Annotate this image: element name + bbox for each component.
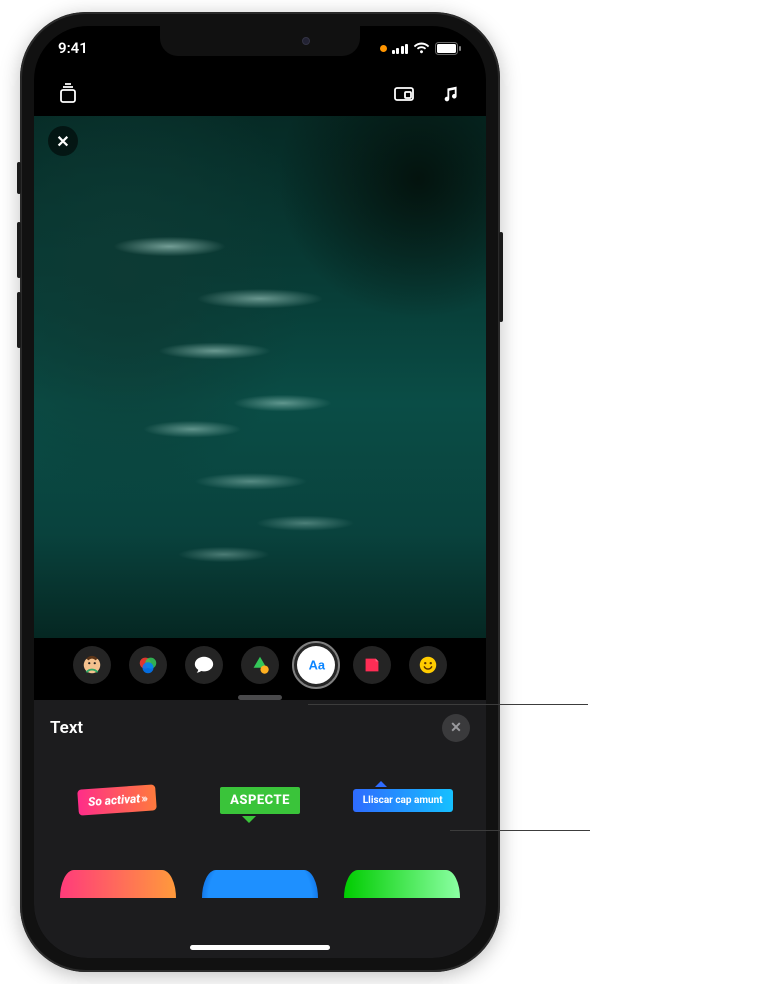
shapes-icon [249,654,271,676]
notch [160,26,360,56]
effect-emoji[interactable] [409,646,447,684]
music-icon [441,83,463,105]
volume-down-button [17,292,21,348]
close-icon: ✕ [450,720,462,736]
effect-messages[interactable] [185,646,223,684]
recording-indicator-icon [380,45,387,52]
effect-shapes[interactable] [241,646,279,684]
media-viewer[interactable]: ✕ [34,116,486,638]
sticker-icon [361,654,383,676]
text-style-row-peek [50,870,470,898]
filters-icon [137,654,159,676]
emoji-icon [417,654,439,676]
top-toolbar [34,70,486,118]
aspect-icon [392,82,416,106]
text-style-so-activat[interactable]: So activat [56,764,179,836]
wifi-icon [413,42,430,54]
iphone-frame: 9:41 ✕ [20,12,500,972]
memoji-icon [81,654,103,676]
sheet-close-button[interactable]: ✕ [442,714,470,742]
sheet-title: Text [50,718,83,738]
volume-up-button [17,222,21,278]
text-style-peek[interactable] [344,870,460,898]
close-viewer-button[interactable]: ✕ [48,126,78,156]
status-time: 9:41 [58,39,88,57]
text-style-row: So activat ASPECTE Lliscar cap amunt [50,764,470,836]
text-style-lliscar-cap-amunt[interactable]: Lliscar cap amunt [341,764,464,836]
sheet-header: Text ✕ [50,714,470,742]
music-button[interactable] [436,78,468,110]
callout-line [308,704,588,705]
messages-bubble-icon [193,654,215,676]
mute-switch [17,162,21,194]
front-camera [302,37,310,45]
svg-text:Aa: Aa [309,658,326,673]
side-button [499,232,503,322]
home-indicator[interactable] [190,945,330,950]
effect-filters[interactable] [129,646,167,684]
callout-line [450,830,590,831]
screen: 9:41 ✕ [34,26,486,958]
text-styles-sheet: Text ✕ So activat ASPECTE Lliscar cap am… [34,700,486,958]
aspect-button[interactable] [388,78,420,110]
text-style-label: So activat [78,784,158,815]
effect-memoji[interactable] [73,646,111,684]
text-style-peek[interactable] [60,870,176,898]
text-style-peek[interactable] [202,870,318,898]
sheet-grabber[interactable] [238,695,282,700]
text-style-label: ASPECTE [220,787,300,814]
close-icon: ✕ [56,132,69,151]
effect-stickers[interactable] [353,646,391,684]
library-button[interactable] [52,78,84,110]
text-aa-icon: Aa [305,654,327,676]
effects-toolbar: Aa [34,638,486,692]
status-indicators [380,42,463,55]
effect-text[interactable]: Aa [297,646,335,684]
cellular-signal-icon [392,42,409,54]
text-style-label: Lliscar cap amunt [353,789,453,812]
battery-icon [435,42,462,55]
library-icon [56,82,80,106]
text-style-aspecte[interactable]: ASPECTE [199,764,322,836]
